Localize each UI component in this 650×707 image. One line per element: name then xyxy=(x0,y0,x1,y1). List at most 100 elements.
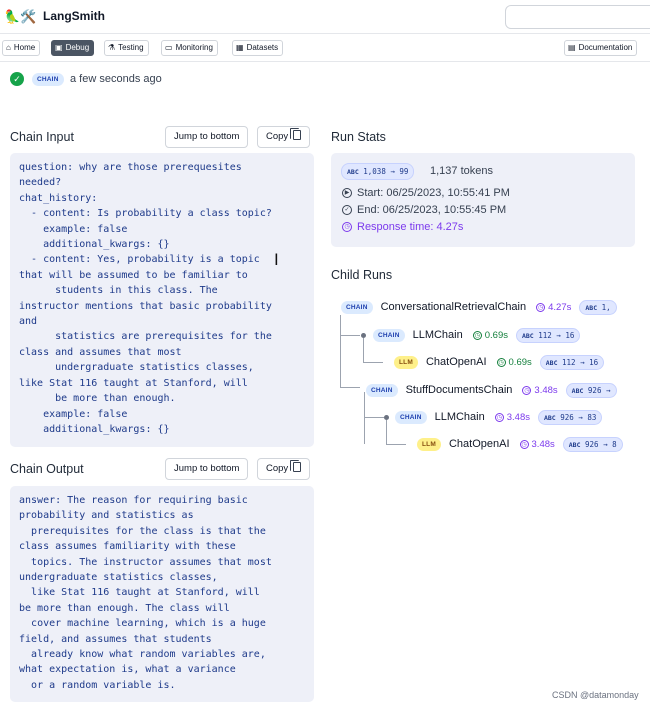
nav-testing-label: Testing xyxy=(118,43,144,52)
run-token-value: 1, xyxy=(601,302,611,312)
nav-datasets[interactable]: ▦ Datasets xyxy=(232,40,284,56)
play-icon: ▶ xyxy=(342,188,352,198)
tree-connector xyxy=(386,420,387,444)
tree-connector xyxy=(340,335,360,336)
copy-icon xyxy=(290,460,302,472)
run-stats-title: Run Stats xyxy=(331,130,386,144)
start-time-row: ▶ Start: 06/25/2023, 10:55:41 PM xyxy=(342,187,510,199)
home-icon: ⌂ xyxy=(6,43,11,52)
token-pill: ABC 1,038 → 99 xyxy=(341,163,415,180)
run-type-badge: CHAIN xyxy=(373,328,405,342)
tree-connector xyxy=(340,315,341,387)
end-time-row: ✓ End: 06/25/2023, 10:55:45 PM xyxy=(342,204,506,216)
run-type-badge: CHAIN xyxy=(341,300,373,314)
check-circle-icon: ✓ xyxy=(342,205,352,215)
clock-icon: ◷ xyxy=(494,412,504,422)
copy-input-button[interactable]: Copy xyxy=(257,126,311,148)
jump-to-bottom-output-button[interactable]: Jump to bottom xyxy=(165,458,249,480)
book-icon: ▤ xyxy=(568,43,576,52)
text-cursor-icon: I xyxy=(274,250,279,269)
nav-debug-label: Debug xyxy=(65,43,90,52)
top-bar: 🦜🛠️ LangSmith xyxy=(0,0,650,34)
run-name[interactable]: ChatOpenAI xyxy=(426,356,487,368)
clock-icon: ◷ xyxy=(519,439,529,449)
run-token-pill: ABC 926 → 8 xyxy=(562,436,623,452)
run-latency-value: 0.69s xyxy=(484,329,508,341)
tree-connector xyxy=(364,417,384,418)
child-run-row[interactable]: CHAIN ConversationalRetrievalChain ◷ 4.27… xyxy=(341,299,617,315)
clock-icon: ◷ xyxy=(522,385,532,395)
run-latency: ◷ 3.48s xyxy=(494,411,530,423)
chain-input-code[interactable]: question: why are those prerequesites ne… xyxy=(10,153,314,447)
chain-output-code[interactable]: answer: The reason for requiring basic p… xyxy=(10,486,314,702)
nav-testing[interactable]: ⚗ Testing xyxy=(104,40,149,56)
run-token-pill: ABC 112 → 16 xyxy=(539,354,605,370)
token-pill-value: 1,038 → 99 xyxy=(363,167,409,176)
run-timestamp: a few seconds ago xyxy=(70,73,162,85)
run-type-badge: LLM xyxy=(394,355,418,369)
langsmith-logo-icon[interactable]: 🦜🛠️ xyxy=(4,9,36,25)
success-check-icon: ✓ xyxy=(10,72,24,86)
run-token-value: 926 → 8 xyxy=(585,439,617,449)
run-name[interactable]: ChatOpenAI xyxy=(449,438,510,450)
run-type-badge: CHAIN xyxy=(395,410,427,424)
nav-debug[interactable]: ▣ Debug xyxy=(51,40,95,56)
run-latency: ◷ 3.48s xyxy=(519,439,555,450)
run-token-pill: ABC 112 → 16 xyxy=(515,327,581,343)
nav-home-label: Home xyxy=(13,43,36,52)
copy-label: Copy xyxy=(266,463,289,474)
response-time-row: ◷ Response time: 4.27s xyxy=(342,221,463,233)
debug-icon: ▣ xyxy=(55,43,63,52)
flask-icon: ⚗ xyxy=(108,43,116,52)
nav-monitoring[interactable]: ▭ Monitoring xyxy=(161,40,218,56)
clock-icon: ◷ xyxy=(342,222,352,232)
start-time: Start: 06/25/2023, 10:55:41 PM xyxy=(357,187,510,199)
chain-output-title: Chain Output xyxy=(10,462,84,476)
run-token-pill: ABC 926 → 83 xyxy=(537,409,603,425)
end-time: End: 06/25/2023, 10:55:45 PM xyxy=(357,204,507,216)
run-type-badge: CHAIN xyxy=(32,73,64,86)
run-latency-value: 3.48s xyxy=(506,411,530,423)
monitor-icon: ▭ xyxy=(165,43,173,52)
run-token-value: 112 → 16 xyxy=(562,357,599,367)
child-run-row[interactable]: CHAIN LLMChain ◷ 3.48s ABC 926 → 83 xyxy=(395,409,603,425)
abc-icon: ABC xyxy=(568,440,581,449)
nav-documentation-label: Documentation xyxy=(578,43,633,52)
run-token-value: 112 → 16 xyxy=(538,330,575,340)
search-input[interactable] xyxy=(505,5,650,29)
abc-icon: ABC xyxy=(347,168,359,176)
child-run-row[interactable]: LLM ChatOpenAI ◷ 3.48s ABC 926 → 8 xyxy=(417,436,623,452)
watermark: CSDN @datamonday xyxy=(552,690,639,700)
run-latency-value: 3.48s xyxy=(534,384,558,396)
nav-home[interactable]: ⌂ Home xyxy=(2,40,41,56)
run-name[interactable]: LLMChain xyxy=(435,411,485,423)
abc-icon: ABC xyxy=(545,358,558,367)
abc-icon: ABC xyxy=(585,303,598,312)
run-name[interactable]: LLMChain xyxy=(413,329,463,341)
run-latency-value: 4.27s xyxy=(548,301,572,313)
nav-datasets-label: Datasets xyxy=(246,43,279,52)
copy-output-button[interactable]: Copy xyxy=(257,458,311,480)
run-latency: ◷ 0.69s xyxy=(496,356,532,368)
token-total: 1,137 tokens xyxy=(430,165,493,177)
abc-icon: ABC xyxy=(543,413,556,422)
run-type-badge: LLM xyxy=(417,437,441,451)
nav-documentation[interactable]: ▤ Documentation xyxy=(564,40,638,56)
run-latency-value: 0.69s xyxy=(508,356,532,368)
tree-connector xyxy=(386,444,406,445)
response-time: Response time: 4.27s xyxy=(357,221,464,233)
run-token-pill: ABC 1, xyxy=(579,299,617,315)
app-title[interactable]: LangSmith xyxy=(43,9,105,23)
jump-to-bottom-button[interactable]: Jump to bottom xyxy=(165,126,249,148)
nav-monitoring-label: Monitoring xyxy=(175,43,213,52)
run-name[interactable]: ConversationalRetrievalChain xyxy=(381,301,527,313)
tree-connector xyxy=(363,338,364,362)
clock-icon: ◷ xyxy=(496,357,506,367)
child-run-row[interactable]: CHAIN LLMChain ◷ 0.69s ABC 112 → 16 xyxy=(373,327,581,343)
run-latency: ◷ 0.69s xyxy=(472,329,508,341)
clock-icon: ◷ xyxy=(536,302,546,312)
child-run-row[interactable]: CHAIN StuffDocumentsChain ◷ 3.48s ABC 926… xyxy=(366,382,617,398)
child-run-row[interactable]: LLM ChatOpenAI ◷ 0.69s ABC 112 → 16 xyxy=(394,354,605,370)
tree-connector xyxy=(363,362,383,363)
run-name[interactable]: StuffDocumentsChain xyxy=(406,384,513,396)
